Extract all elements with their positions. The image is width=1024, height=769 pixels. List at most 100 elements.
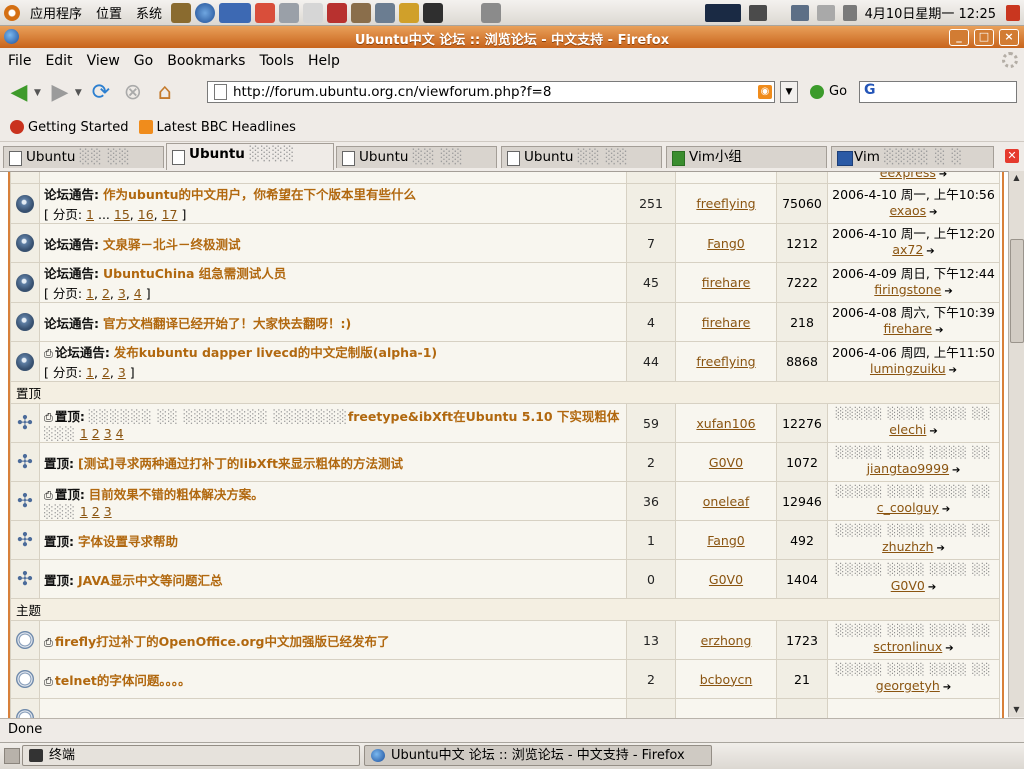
close-button[interactable]: ×: [999, 29, 1019, 46]
back-dropdown-icon[interactable]: ▼: [34, 88, 41, 98]
page-link[interactable]: 3: [118, 365, 126, 380]
author-link[interactable]: G0V0: [709, 572, 743, 587]
last-post-user-link[interactable]: jiangtao9999: [867, 461, 949, 476]
last-post-user-link[interactable]: lumingzuiku: [870, 361, 946, 376]
launcher-player-icon[interactable]: [219, 2, 252, 23]
close-tab-icon[interactable]: ✕: [1005, 149, 1019, 163]
goto-last-post-icon[interactable]: ➔: [943, 682, 951, 693]
topic-title-link[interactable]: 官方文档翻译已经开始了！大家快去翻呀！:): [103, 316, 351, 331]
places-menu[interactable]: 位置: [89, 0, 129, 25]
launcher-firefox-icon[interactable]: [195, 2, 216, 23]
page-link[interactable]: 4: [116, 426, 124, 441]
goto-last-post-icon[interactable]: ➔: [935, 325, 943, 336]
topic-title-link[interactable]: 字体设置寻求帮助: [78, 534, 178, 549]
tab-3[interactable]: Ubuntu ░░ ░░: [336, 146, 497, 168]
page-link[interactable]: 1: [86, 207, 94, 222]
topic-title-link[interactable]: 作为ubuntu的中文用户，你希望在下个版本里有些什么: [103, 187, 416, 202]
goto-last-post-icon[interactable]: ➔: [942, 504, 950, 515]
taskbar-firefox[interactable]: Ubuntu中文 论坛 :: 浏览论坛 - 中文支持 - Firefox: [364, 745, 712, 766]
page-link[interactable]: 1: [86, 286, 94, 301]
goto-last-post-icon[interactable]: ➔: [952, 465, 960, 476]
launcher-doc-icon[interactable]: [303, 2, 324, 23]
page-link[interactable]: 2: [102, 286, 110, 301]
goto-last-post-icon[interactable]: ➔: [929, 207, 937, 218]
tab-4[interactable]: Ubuntu ░░ ░░: [501, 146, 662, 168]
author-link[interactable]: freeflying: [696, 354, 755, 369]
goto-last-post-icon[interactable]: ➔: [944, 286, 952, 297]
last-post-user-link[interactable]: G0V0: [891, 578, 925, 593]
page-link[interactable]: 2: [92, 504, 100, 519]
topic-title-link[interactable]: [测试]寻求两种通过打补丁的libXft来显示粗体的方法测试: [78, 456, 403, 471]
page-link[interactable]: 3: [104, 504, 112, 519]
forward-arrow-icon[interactable]: ▶: [47, 80, 73, 106]
battery-icon[interactable]: [816, 4, 835, 21]
tab-6[interactable]: Vim ░░░░ ░ ░: [831, 146, 994, 168]
author-link[interactable]: Fang0: [707, 236, 745, 251]
network-icon[interactable]: [790, 4, 809, 21]
tab-2[interactable]: Ubuntu ░░░░: [166, 143, 334, 170]
tab-1[interactable]: Ubuntu ░░ ░░: [3, 146, 164, 168]
scrollbar-thumb[interactable]: [1010, 239, 1024, 343]
menu-bookmarks[interactable]: Bookmarks: [159, 53, 251, 69]
launcher-pen-icon[interactable]: [481, 2, 502, 23]
page-link[interactable]: 15: [114, 207, 130, 222]
scroll-up-arrow-icon[interactable]: ▲: [1010, 171, 1023, 185]
goto-last-post-icon[interactable]: ➔: [928, 582, 936, 593]
last-post-user-link[interactable]: exaos: [889, 203, 926, 218]
topic-title-link[interactable]: telnet的字体问题。。。。: [55, 673, 191, 688]
launcher-app-icon[interactable]: [327, 2, 348, 23]
last-post-user-link[interactable]: eexpress: [880, 172, 936, 180]
page-link[interactable]: 3: [118, 286, 126, 301]
reload-icon[interactable]: ⟳: [88, 80, 114, 106]
shutdown-icon[interactable]: [1006, 4, 1020, 21]
goto-last-post-icon[interactable]: ➔: [939, 172, 947, 180]
tab-5[interactable]: Vim小组: [666, 146, 827, 168]
scroll-down-arrow-icon[interactable]: ▼: [1010, 703, 1023, 717]
author-link[interactable]: firehare: [702, 315, 751, 330]
goto-last-post-icon[interactable]: ➔: [926, 246, 934, 257]
author-link[interactable]: bcboycn: [700, 672, 753, 687]
author-link[interactable]: G0V0: [709, 455, 743, 470]
home-icon[interactable]: ⌂: [152, 80, 178, 106]
last-post-user-link[interactable]: zhuzhzh: [882, 539, 933, 554]
page-link[interactable]: 17: [162, 207, 178, 222]
go-button[interactable]: Go: [810, 84, 847, 99]
launcher-gaim-icon[interactable]: [255, 2, 276, 23]
page-link[interactable]: 4: [134, 286, 142, 301]
maximize-button[interactable]: □: [974, 29, 994, 46]
page-link[interactable]: 2: [102, 365, 110, 380]
author-link[interactable]: freeflying: [696, 196, 755, 211]
goto-last-post-icon[interactable]: ➔: [945, 643, 953, 654]
rss-feed-icon[interactable]: ◉: [758, 85, 772, 99]
last-post-user-link[interactable]: firingstone: [874, 282, 941, 297]
author-link[interactable]: Fang0: [707, 533, 745, 548]
last-post-user-link[interactable]: ax72: [892, 242, 923, 257]
system-menu[interactable]: 系统: [129, 0, 169, 25]
page-link[interactable]: 2: [92, 426, 100, 441]
url-history-dropdown[interactable]: ▼: [780, 81, 798, 103]
author-link[interactable]: erzhong: [701, 633, 752, 648]
menu-file[interactable]: File: [0, 53, 37, 69]
google-search-icon[interactable]: G: [864, 82, 876, 98]
clock[interactable]: 4月10日星期一 12:25: [861, 3, 1002, 22]
page-link[interactable]: 3: [104, 426, 112, 441]
goto-last-post-icon[interactable]: ➔: [949, 365, 957, 376]
ubuntu-logo-icon[interactable]: [4, 4, 20, 21]
launcher-user-icon[interactable]: [399, 2, 420, 23]
menu-edit[interactable]: Edit: [37, 53, 78, 69]
menu-view[interactable]: View: [79, 53, 126, 69]
last-post-user-link[interactable]: georgetyh: [876, 678, 940, 693]
minimize-button[interactable]: _: [949, 29, 969, 46]
page-link[interactable]: 1: [80, 504, 88, 519]
author-link[interactable]: xufan106: [696, 416, 755, 431]
launcher-terminal-icon[interactable]: [423, 2, 444, 23]
launcher-net-icon[interactable]: [375, 2, 396, 23]
last-post-user-link[interactable]: sctronlinux: [873, 639, 942, 654]
page-link[interactable]: 1: [86, 365, 94, 380]
topic-title-link[interactable]: 发布kubuntu dapper livecd的中文定制版(alpha-1): [114, 345, 437, 360]
topic-title-link[interactable]: JAVA显示中文等问题汇总: [78, 573, 222, 588]
workspace-icon[interactable]: [748, 4, 767, 21]
last-post-user-link[interactable]: firehare: [884, 321, 933, 336]
author-link[interactable]: oneleaf: [703, 494, 749, 509]
applications-menu[interactable]: 应用程序: [23, 0, 89, 25]
